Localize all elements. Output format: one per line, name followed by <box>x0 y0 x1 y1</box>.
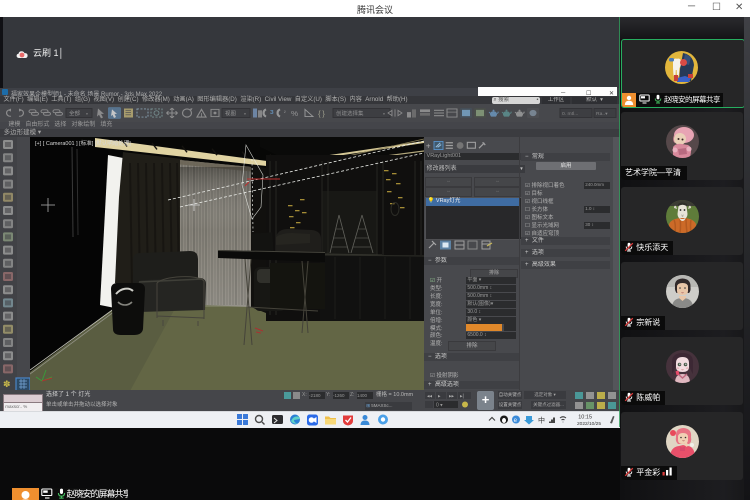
svg-text:0. mtl...: 0. mtl... <box>562 111 578 117</box>
svg-text:²: ² <box>284 110 286 116</box>
svg-text:10:15: 10:15 <box>578 415 592 421</box>
svg-text:+: + <box>426 142 431 150</box>
svg-text:中: 中 <box>538 416 545 425</box>
svg-text:▾: ▾ <box>383 112 385 116</box>
svg-text:全部: 全部 <box>69 110 80 118</box>
svg-text:[+] [ Camera001 ] [标准] [默认明暗处理: [+] [ Camera001 ] [标准] [默认明暗处理] <box>35 139 131 147</box>
svg-text:▾: ▾ <box>244 112 246 116</box>
svg-text:✽: ✽ <box>3 379 11 389</box>
svg-text:◂◂: ◂◂ <box>427 394 433 400</box>
svg-text:▾: ▾ <box>86 112 88 116</box>
svg-text:{ }: { } <box>318 110 325 119</box>
svg-text:▸|: ▸| <box>460 394 464 400</box>
svg-text:▸▸: ▸▸ <box>449 394 455 400</box>
svg-text:3: 3 <box>270 109 274 116</box>
svg-text:0 ▾: 0 ▾ <box>436 403 443 409</box>
svg-text:%: % <box>291 110 298 119</box>
svg-text:创建选择集: 创建选择集 <box>336 110 364 118</box>
svg-text:Ra..▾: Ra..▾ <box>596 111 608 117</box>
svg-text:2022/10/25: 2022/10/25 <box>577 421 601 427</box>
svg-text:视图: 视图 <box>225 110 236 118</box>
